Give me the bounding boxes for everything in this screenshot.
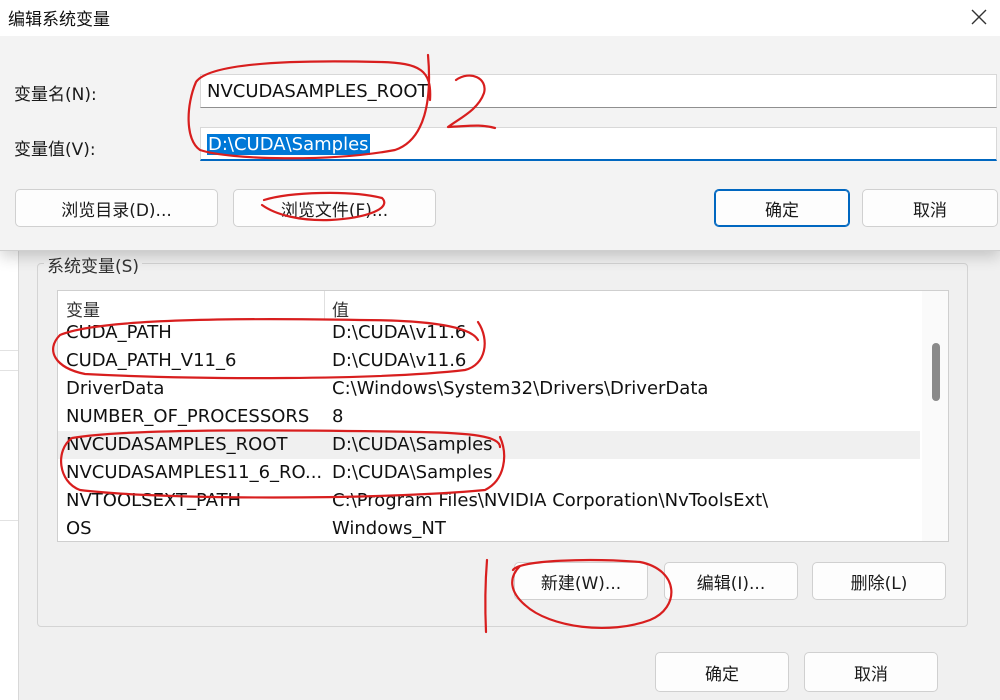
row-variable-value: C:\Windows\System32\Drivers\DriverData — [332, 378, 709, 399]
dialog-titlebar: 编辑系统变量 — [0, 0, 1000, 36]
new-variable-button[interactable]: 新建(W)... — [514, 562, 648, 600]
background-panel-edge — [0, 250, 19, 700]
row-variable-name: NVCUDASAMPLES11_6_RO... — [66, 462, 323, 483]
row-variable-value: D:\CUDA\Samples — [332, 462, 493, 483]
column-header-value[interactable]: 值 — [332, 296, 349, 321]
table-row[interactable]: CUDA_PATH_V11_6 D:\CUDA\v11.6 — [58, 347, 920, 375]
row-variable-name: CUDA_PATH_V11_6 — [66, 350, 237, 371]
variable-name-label: 变量名(N): — [14, 85, 97, 105]
row-variable-value: Windows_NT — [332, 518, 446, 539]
delete-variable-button[interactable]: 删除(L) — [812, 562, 946, 600]
row-variable-name: NUMBER_OF_PROCESSORS — [66, 406, 310, 427]
table-row[interactable]: OS Windows_NT — [58, 515, 920, 541]
edit-variable-button[interactable]: 编辑(I)... — [664, 562, 798, 600]
table-row[interactable]: NVCUDASAMPLES11_6_RO... D:\CUDA\Samples — [58, 459, 920, 487]
row-variable-name: DriverData — [66, 378, 165, 399]
browse-file-button[interactable]: 浏览文件(F)... — [233, 189, 436, 227]
list-header: 变量 值 — [58, 291, 920, 321]
row-variable-name: NVTOOLSEXT_PATH — [66, 490, 242, 511]
variable-name-value: NVCUDASAMPLES_ROOT — [207, 81, 429, 102]
scrollbar-thumb[interactable] — [932, 343, 940, 401]
row-variable-value: 8 — [332, 406, 344, 427]
dialog-title: 编辑系统变量 — [8, 10, 110, 30]
variable-value-input[interactable]: D:\CUDA\Samples — [200, 127, 997, 161]
row-variable-value: C:\Program Files\NVIDIA Corporation\NvTo… — [332, 490, 769, 511]
row-variable-name: CUDA_PATH — [66, 322, 172, 343]
variable-name-input[interactable]: NVCUDASAMPLES_ROOT — [200, 74, 997, 108]
table-row[interactable]: NUMBER_OF_PROCESSORS 8 — [58, 403, 920, 431]
row-variable-name: OS — [66, 518, 92, 539]
list-scrollbar[interactable] — [922, 291, 948, 541]
table-row[interactable]: NVTOOLSEXT_PATH C:\Program Files\NVIDIA … — [58, 487, 920, 515]
dialog-ok-button[interactable]: 确定 — [714, 189, 850, 227]
table-row[interactable]: CUDA_PATH D:\CUDA\v11.6 — [58, 319, 920, 347]
variable-value-label: 变量值(V): — [14, 140, 96, 160]
column-divider[interactable] — [324, 291, 325, 319]
row-variable-value: D:\CUDA\Samples — [332, 434, 493, 455]
env-cancel-button[interactable]: 取消 — [804, 652, 938, 692]
system-variables-list[interactable]: 变量 值 CUDA_PATH D:\CUDA\v11.6 CUDA_PATH_V… — [57, 290, 949, 542]
table-row-selected[interactable]: NVCUDASAMPLES_ROOT D:\CUDA\Samples — [58, 431, 920, 459]
row-variable-value: D:\CUDA\v11.6 — [332, 322, 467, 343]
close-icon[interactable] — [964, 2, 994, 32]
row-variable-value: D:\CUDA\v11.6 — [332, 350, 467, 371]
dialog-cancel-button[interactable]: 取消 — [862, 189, 998, 227]
system-variables-group-label: 系统变量(S) — [44, 252, 143, 277]
browse-directory-button[interactable]: 浏览目录(D)... — [15, 189, 218, 227]
env-ok-button[interactable]: 确定 — [655, 652, 789, 692]
row-variable-name: NVCUDASAMPLES_ROOT — [66, 434, 288, 455]
edit-system-variable-dialog: 编辑系统变量 变量名(N): NVCUDASAMPLES_ROOT 变量值(V)… — [0, 0, 1000, 251]
column-header-variable[interactable]: 变量 — [66, 296, 100, 321]
variable-value-selected-text: D:\CUDA\Samples — [207, 134, 370, 155]
table-row[interactable]: DriverData C:\Windows\System32\Drivers\D… — [58, 375, 920, 403]
